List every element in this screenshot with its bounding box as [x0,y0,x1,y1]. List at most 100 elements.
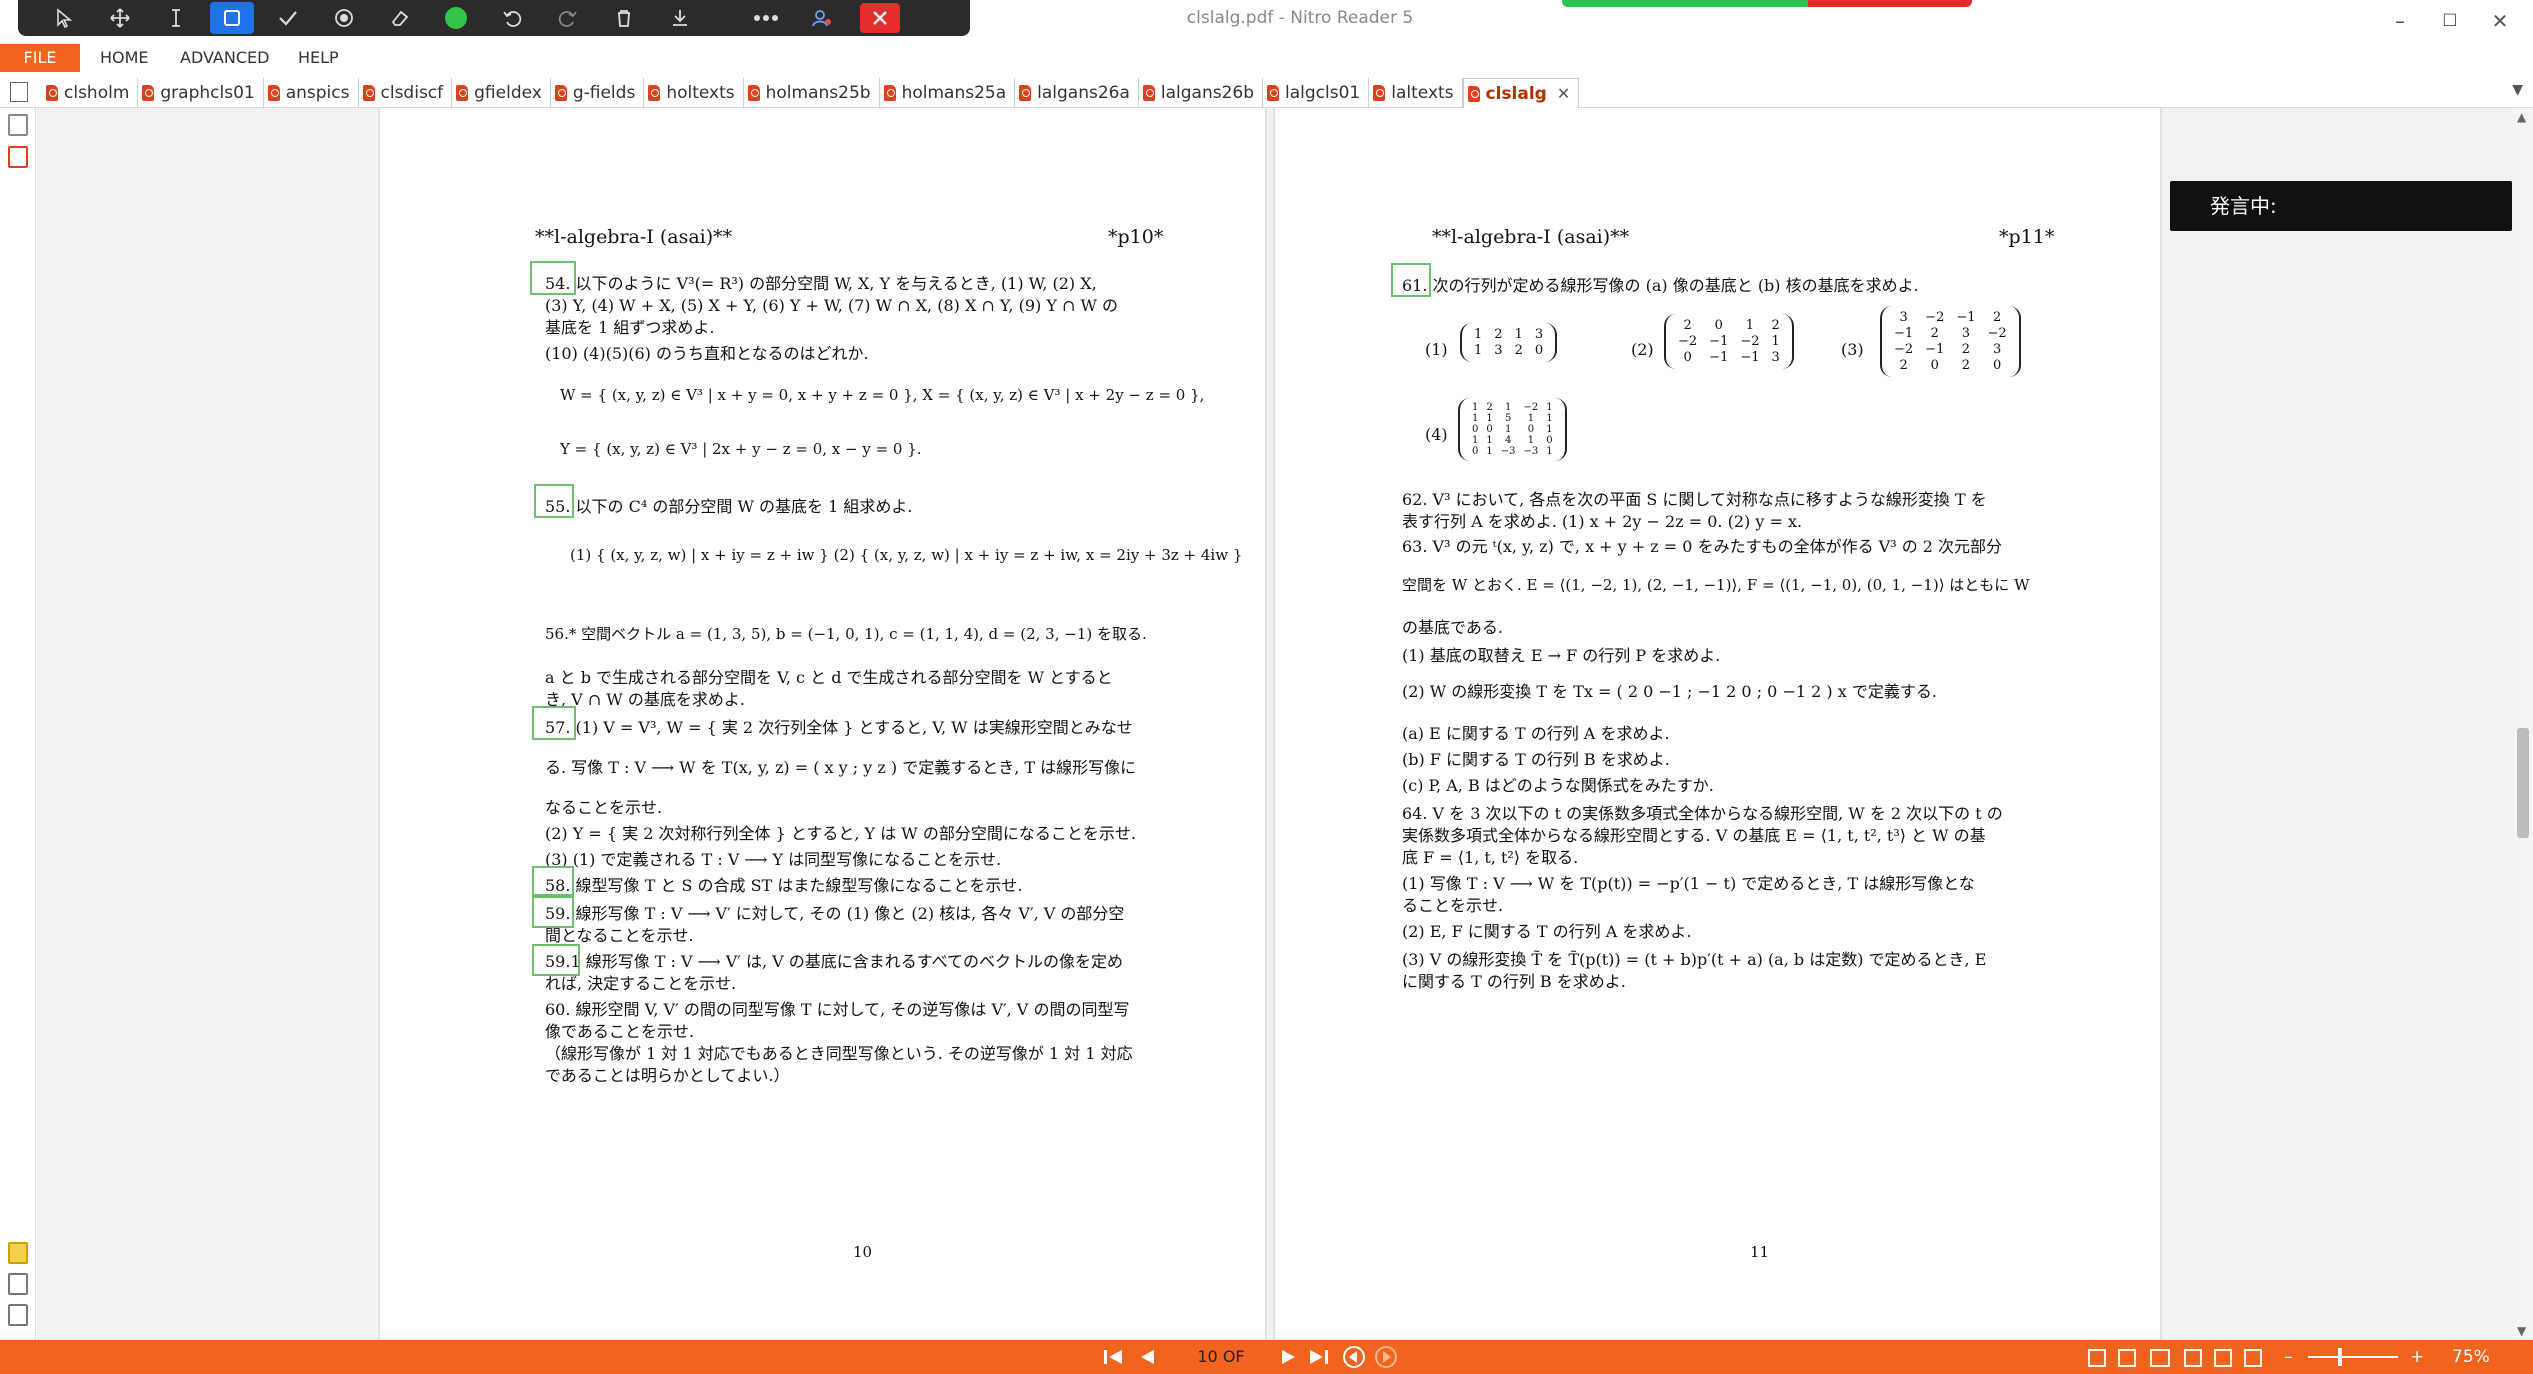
pdf-icon [648,85,661,101]
text-line: a と b で生成される部分空間を V, c と d で生成される部分空間を W… [545,668,1113,687]
tab-holmans25b[interactable]: holmans25b [744,78,880,108]
pdf-icon [1267,85,1280,101]
tab-lalgans26a[interactable]: lalgans26a [1015,78,1139,108]
tab-graphcls01[interactable]: graphcls01 [138,78,264,108]
two-page-continuous-icon[interactable] [2184,1349,2202,1367]
file-menu[interactable]: FILE [0,44,80,72]
attachments-icon[interactable] [8,1273,28,1295]
matrix-4: 1 2 1 −2 1 1 1 5 1 1 0 0 1 0 1 1 1 4 1 0 0 1 −3 −3 1 [1458,398,1567,461]
tab-holmans25a[interactable]: holmans25a [880,78,1016,108]
matrix-cell: −1 [1894,326,1914,341]
page-thumbnails-icon[interactable] [8,114,28,136]
zoom-slider-knob[interactable] [2338,1348,2342,1366]
rectangle-icon[interactable] [210,2,254,34]
matrix-label: (4) [1425,425,1448,444]
text-cursor-icon[interactable] [148,0,204,36]
text-line: 表す行列 A を求めよ. (1) x + 2y − 2z = 0. (2) y … [1402,512,1803,531]
text-line: 59. 線形写像 T : V ⟶ V′ に対して, その (1) 像と (2) … [545,904,1125,923]
single-page-view-icon[interactable] [2088,1349,2106,1367]
matrix-cell: 3 [1961,326,1971,341]
zoom-in-button[interactable]: + [2410,1340,2424,1374]
matrix-cell: 1 [1504,424,1512,435]
more-icon[interactable] [738,0,794,36]
page-10[interactable]: **l-algebra-I (asai)** *p10* 54. 以下のように … [380,108,1265,1340]
select-arrow-icon[interactable] [36,0,92,36]
stamp-icon[interactable] [316,0,372,36]
matrix-cell: 1 [1527,435,1535,446]
pdf-icon [46,85,58,101]
tab-holtexts[interactable]: holtexts [644,78,744,108]
matrix-cell: 0 [1714,318,1723,333]
matrix-cell: 1 [1546,446,1553,457]
next-page-icon[interactable] [1278,1348,1300,1366]
pan-cross-icon[interactable] [92,0,148,36]
page-indicator[interactable]: 10 OF 19 [1186,1340,1256,1374]
matrix-cell: 0 [1930,358,1939,373]
matrix-cell: −1 [1740,350,1760,365]
matrix-cell: 1 [1474,327,1483,342]
tab-laltexts[interactable]: laltexts [1369,78,1463,108]
vertical-scrollbar[interactable]: ▲ ▼ [2513,108,2533,1340]
tab-overflow-icon[interactable]: ▼ [2512,82,2523,98]
scroll-up-icon[interactable]: ▲ [2517,110,2526,124]
forward-icon[interactable] [1374,1345,1398,1369]
redo-icon[interactable] [540,0,596,36]
back-icon[interactable] [1342,1345,1366,1369]
check-icon[interactable] [260,0,316,36]
matrix-cell: 0 [1486,424,1493,435]
matrix-cell: 0 [1683,350,1692,365]
tab-clsholm[interactable]: clsholm [42,78,139,108]
left-rail [0,108,36,1340]
text-line: 58. 線型写像 T と S の合成 ST はまた線型写像になることを示せ. [545,876,1023,895]
comments-icon[interactable] [8,1242,28,1264]
zoom-out-button[interactable]: – [2284,1340,2293,1374]
scroll-down-icon[interactable]: ▼ [2517,1324,2526,1338]
tab-g-fields[interactable]: g-fields [551,78,645,108]
close-window-button[interactable]: ✕ [2470,6,2530,36]
document-viewer[interactable]: **l-algebra-I (asai)** *p10* 54. 以下のように … [37,108,2513,1340]
tab-lalgcls01[interactable]: lalgcls01 [1263,78,1370,108]
fit-width-icon[interactable] [2214,1349,2232,1367]
close-toolbar-icon[interactable] [860,3,900,33]
document-icon[interactable] [10,82,28,102]
equation: W = { (x, y, z) ∈ V³ | x + y = 0, x + y … [560,386,1205,404]
matrix-cell: 1 [1486,413,1493,424]
tab-gfieldex[interactable]: gfieldex [452,78,551,108]
tab-lalgans26b[interactable]: lalgans26b [1139,78,1264,108]
layers-icon[interactable] [8,1304,28,1326]
eraser-icon[interactable] [372,0,428,36]
tab-anspics[interactable]: anspics [264,78,359,108]
menu-help[interactable]: HELP [298,44,339,72]
two-page-view-icon[interactable] [2150,1349,2170,1367]
pdf-icon [1142,85,1155,101]
fit-page-icon[interactable] [2244,1349,2262,1367]
menu-advanced[interactable]: ADVANCED [180,44,269,72]
delete-icon[interactable] [596,0,652,36]
tab-clsdiscf[interactable]: clsdiscf [359,78,453,108]
pdf-icon [554,85,567,101]
download-icon[interactable] [652,0,708,36]
pdf-icon [883,85,896,101]
page-11[interactable]: **l-algebra-I (asai)** *p11* 61. 次の行列が定め… [1275,108,2160,1340]
matrix-cell: 2 [1683,318,1692,333]
undo-icon[interactable] [484,0,540,36]
share-icon[interactable] [794,0,850,36]
text-line: 56.* 空間ベクトル a = (1, 3, 5), b = (−1, 0, 1… [545,625,1147,643]
scrollbar-thumb[interactable] [2517,728,2529,838]
first-page-icon[interactable] [1102,1348,1124,1366]
zoom-slider[interactable] [2308,1356,2398,1358]
matrix-cell: −1 [1925,342,1945,357]
prev-page-icon[interactable] [1136,1348,1158,1366]
last-page-icon[interactable] [1308,1348,1330,1366]
matrix-1: 12131320 [1460,323,1558,362]
bookmarks-icon[interactable] [8,146,28,168]
color-dot-icon[interactable] [428,0,484,36]
matrix-label: (2) [1631,340,1654,359]
pdf-icon [267,85,280,101]
menu-home[interactable]: HOME [100,44,149,72]
tab-close-icon[interactable]: ✕ [1557,84,1570,103]
continuous-view-icon[interactable] [2118,1349,2136,1367]
matrix-cell: 3 [1992,342,2002,357]
tab-clslalg[interactable]: clslalg ✕ [1462,78,1580,108]
zoom-level[interactable]: 75% [2452,1340,2490,1374]
